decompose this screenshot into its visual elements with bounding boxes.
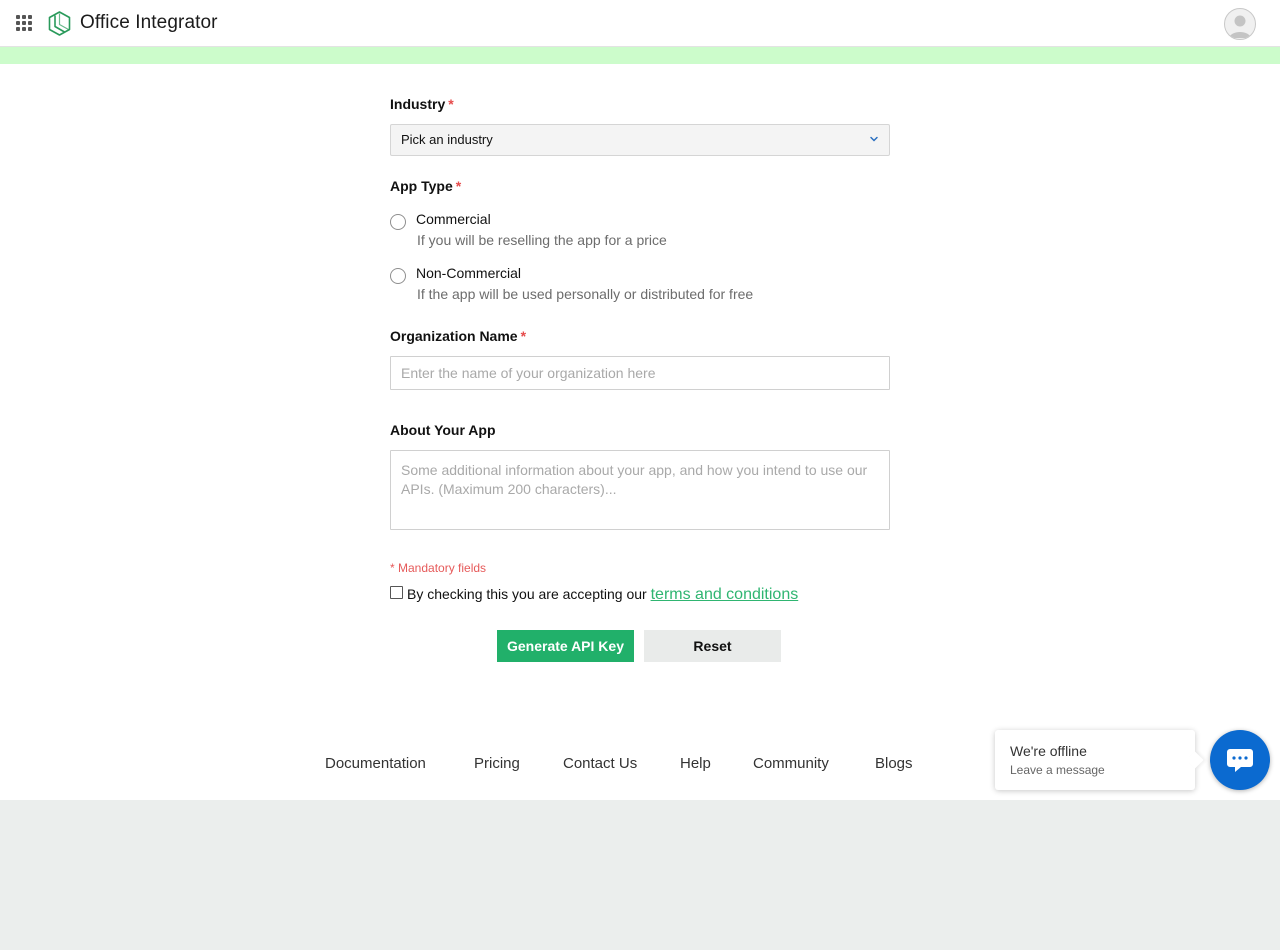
footer-link-pricing[interactable]: Pricing — [474, 755, 520, 772]
generate-api-key-button[interactable]: Generate API Key — [497, 630, 634, 662]
industry-selected-value: Pick an industry — [401, 132, 493, 147]
org-name-input[interactable] — [390, 356, 890, 390]
radio-title: Non-Commercial — [416, 265, 522, 281]
industry-label: Industry * — [390, 96, 454, 112]
footer-link-blogs[interactable]: Blogs — [875, 755, 913, 772]
reset-button[interactable]: Reset — [644, 630, 781, 662]
footer-link-community[interactable]: Community — [753, 755, 829, 772]
accept-terms-checkbox[interactable] — [390, 586, 403, 599]
top-header: Office Integrator — [0, 0, 1280, 47]
about-app-label: About Your App — [390, 422, 496, 438]
office-integrator-logo[interactable] — [48, 11, 71, 36]
notice-band — [0, 47, 1280, 64]
chat-offline-card[interactable]: We're offline Leave a message — [995, 730, 1195, 790]
chat-status: We're offline — [1010, 743, 1087, 759]
footer-link-help[interactable]: Help — [680, 755, 711, 772]
app-title: Office Integrator — [80, 12, 218, 33]
accept-terms-text: By checking this you are accepting our t… — [407, 586, 799, 603]
non-commercial-radio[interactable] — [390, 268, 406, 284]
chat-bubble-icon[interactable] — [1210, 730, 1270, 790]
radio-description: If you will be reselling the app for a p… — [417, 232, 667, 248]
footer-link-contact-us[interactable]: Contact Us — [563, 755, 637, 772]
mandatory-note: * Mandatory fields — [390, 561, 487, 575]
org-name-label: Organization Name * — [390, 328, 527, 344]
commercial-radio[interactable] — [390, 214, 406, 230]
industry-select[interactable]: Pick an industry — [390, 124, 890, 156]
radio-title: Commercial — [416, 211, 491, 227]
user-avatar-icon[interactable] — [1224, 8, 1256, 40]
page-body: Office Integrator Industry * Pick an indu… — [0, 0, 1280, 800]
about-app-textarea[interactable] — [390, 450, 890, 530]
terms-link[interactable]: terms and conditions — [651, 586, 799, 603]
chat-subtext: Leave a message — [1010, 763, 1105, 777]
app-type-label: App Type * — [390, 178, 462, 194]
grid-apps-icon[interactable] — [16, 15, 32, 31]
footer-link-documentation[interactable]: Documentation — [325, 755, 426, 772]
radio-description: If the app will be used personally or di… — [417, 286, 754, 302]
chevron-down-icon — [870, 136, 878, 142]
